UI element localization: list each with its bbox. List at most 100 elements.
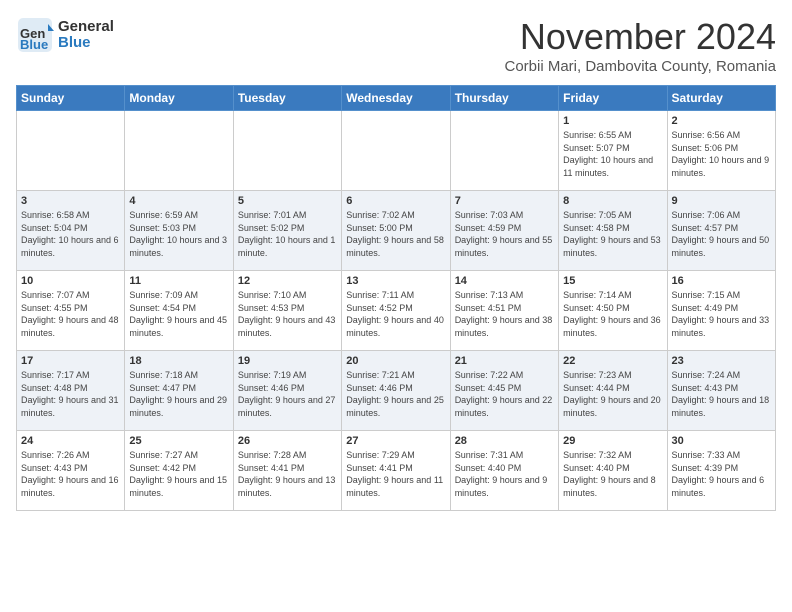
calendar-week-4: 17Sunrise: 7:17 AM Sunset: 4:48 PM Dayli…	[17, 351, 776, 431]
calendar-header-thursday: Thursday	[450, 86, 558, 111]
day-number: 13	[346, 275, 445, 287]
calendar-week-5: 24Sunrise: 7:26 AM Sunset: 4:43 PM Dayli…	[17, 431, 776, 511]
day-info: Sunrise: 7:27 AM Sunset: 4:42 PM Dayligh…	[129, 449, 228, 499]
calendar-cell-4-7: 23 Sunrise: 7:24 AM Sunset: 4:43 PM Dayli…	[667, 351, 775, 431]
calendar-cell-2-2: 4Sunrise: 6:59 AM Sunset: 5:03 PM Daylig…	[125, 191, 233, 271]
calendar-cell-5-4: 27 Sunrise: 7:29 AM Sunset: 4:41 PM Dayli…	[342, 431, 450, 511]
calendar-header-tuesday: Tuesday	[233, 86, 341, 111]
day-info: Sunrise: 7:09 AM Sunset: 4:54 PM Dayligh…	[129, 289, 228, 339]
calendar-cell-4-2: 18 Sunrise: 7:18 AM Sunset: 4:47 PM Dayli…	[125, 351, 233, 431]
day-info: Sunrise: 6:55 AM Sunset: 5:07 PM Dayligh…	[563, 129, 662, 179]
day-info: Sunrise: 7:14 AM Sunset: 4:50 PM Dayligh…	[563, 289, 662, 339]
calendar-cell-3-7: 16Sunrise: 7:15 AM Sunset: 4:49 PM Dayli…	[667, 271, 775, 351]
day-info: Sunrise: 7:29 AM Sunset: 4:41 PM Dayligh…	[346, 449, 445, 499]
calendar-week-2: 3 Sunrise: 6:58 AM Sunset: 5:04 PM Daylig…	[17, 191, 776, 271]
calendar-cell-4-5: 21 Sunrise: 7:22 AM Sunset: 4:45 PM Dayli…	[450, 351, 558, 431]
day-number: 14	[455, 275, 554, 287]
calendar-cell-5-1: 24Sunrise: 7:26 AM Sunset: 4:43 PM Dayli…	[17, 431, 125, 511]
day-info: Sunrise: 7:18 AM Sunset: 4:47 PM Dayligh…	[129, 369, 228, 419]
day-info: Sunrise: 7:03 AM Sunset: 4:59 PM Dayligh…	[455, 209, 554, 259]
calendar-cell-1-7: 2 Sunrise: 6:56 AM Sunset: 5:06 PM Daylig…	[667, 111, 775, 191]
calendar-cell-3-6: 15 Sunrise: 7:14 AM Sunset: 4:50 PM Dayli…	[559, 271, 667, 351]
calendar-cell-4-4: 20 Sunrise: 7:21 AM Sunset: 4:46 PM Dayli…	[342, 351, 450, 431]
day-number: 20	[346, 355, 445, 367]
title-section: November 2024 Corbii Mari, Dambovita Cou…	[505, 16, 777, 75]
calendar-cell-2-6: 8 Sunrise: 7:05 AM Sunset: 4:58 PM Daylig…	[559, 191, 667, 271]
day-info: Sunrise: 7:22 AM Sunset: 4:45 PM Dayligh…	[455, 369, 554, 419]
day-number: 6	[346, 195, 445, 207]
calendar-week-1: 1Sunrise: 6:55 AM Sunset: 5:07 PM Daylig…	[17, 111, 776, 191]
day-number: 28	[455, 435, 554, 447]
day-number: 27	[346, 435, 445, 447]
day-number: 19	[238, 355, 337, 367]
calendar-cell-1-6: 1Sunrise: 6:55 AM Sunset: 5:07 PM Daylig…	[559, 111, 667, 191]
day-number: 7	[455, 195, 554, 207]
day-number: 11	[129, 275, 228, 287]
day-number: 3	[21, 195, 120, 207]
day-number: 25	[129, 435, 228, 447]
logo: Gen Blue General Blue	[16, 16, 114, 54]
day-info: Sunrise: 7:21 AM Sunset: 4:46 PM Dayligh…	[346, 369, 445, 419]
day-info: Sunrise: 7:23 AM Sunset: 4:44 PM Dayligh…	[563, 369, 662, 419]
day-number: 10	[21, 275, 120, 287]
calendar-cell-5-7: 30Sunrise: 7:33 AM Sunset: 4:39 PM Dayli…	[667, 431, 775, 511]
day-info: Sunrise: 7:33 AM Sunset: 4:39 PM Dayligh…	[672, 449, 771, 499]
calendar-cell-1-3	[233, 111, 341, 191]
calendar-week-3: 10Sunrise: 7:07 AM Sunset: 4:55 PM Dayli…	[17, 271, 776, 351]
day-number: 15	[563, 275, 662, 287]
calendar-cell-1-5	[450, 111, 558, 191]
calendar-cell-4-3: 19Sunrise: 7:19 AM Sunset: 4:46 PM Dayli…	[233, 351, 341, 431]
day-info: Sunrise: 7:05 AM Sunset: 4:58 PM Dayligh…	[563, 209, 662, 259]
day-info: Sunrise: 7:26 AM Sunset: 4:43 PM Dayligh…	[21, 449, 120, 499]
day-info: Sunrise: 7:15 AM Sunset: 4:49 PM Dayligh…	[672, 289, 771, 339]
svg-text:Blue: Blue	[20, 37, 48, 52]
day-info: Sunrise: 7:11 AM Sunset: 4:52 PM Dayligh…	[346, 289, 445, 339]
day-number: 21	[455, 355, 554, 367]
calendar-cell-4-6: 22Sunrise: 7:23 AM Sunset: 4:44 PM Dayli…	[559, 351, 667, 431]
day-info: Sunrise: 6:59 AM Sunset: 5:03 PM Dayligh…	[129, 209, 228, 259]
calendar-header-sunday: Sunday	[17, 86, 125, 111]
day-info: Sunrise: 7:13 AM Sunset: 4:51 PM Dayligh…	[455, 289, 554, 339]
calendar-cell-3-2: 11 Sunrise: 7:09 AM Sunset: 4:54 PM Dayli…	[125, 271, 233, 351]
day-info: Sunrise: 7:32 AM Sunset: 4:40 PM Dayligh…	[563, 449, 662, 499]
logo-blue-text: Blue	[58, 35, 114, 52]
day-number: 2	[672, 115, 771, 127]
logo-text: General Blue	[58, 19, 114, 52]
calendar-cell-2-3: 5Sunrise: 7:01 AM Sunset: 5:02 PM Daylig…	[233, 191, 341, 271]
calendar-cell-3-4: 13 Sunrise: 7:11 AM Sunset: 4:52 PM Dayli…	[342, 271, 450, 351]
calendar-cell-1-2	[125, 111, 233, 191]
calendar-cell-3-1: 10Sunrise: 7:07 AM Sunset: 4:55 PM Dayli…	[17, 271, 125, 351]
calendar-cell-2-1: 3 Sunrise: 6:58 AM Sunset: 5:04 PM Daylig…	[17, 191, 125, 271]
day-number: 8	[563, 195, 662, 207]
calendar-cell-4-1: 17Sunrise: 7:17 AM Sunset: 4:48 PM Dayli…	[17, 351, 125, 431]
day-info: Sunrise: 7:06 AM Sunset: 4:57 PM Dayligh…	[672, 209, 771, 259]
day-info: Sunrise: 7:02 AM Sunset: 5:00 PM Dayligh…	[346, 209, 445, 259]
day-info: Sunrise: 7:10 AM Sunset: 4:53 PM Dayligh…	[238, 289, 337, 339]
calendar-header-friday: Friday	[559, 86, 667, 111]
day-info: Sunrise: 7:31 AM Sunset: 4:40 PM Dayligh…	[455, 449, 554, 499]
calendar-header-saturday: Saturday	[667, 86, 775, 111]
calendar-cell-3-5: 14 Sunrise: 7:13 AM Sunset: 4:51 PM Dayli…	[450, 271, 558, 351]
page-header: Gen Blue General Blue November 2024 Corb…	[16, 16, 776, 75]
calendar-cell-2-5: 7 Sunrise: 7:03 AM Sunset: 4:59 PM Daylig…	[450, 191, 558, 271]
calendar-header-row: SundayMondayTuesdayWednesdayThursdayFrid…	[17, 86, 776, 111]
calendar-header-wednesday: Wednesday	[342, 86, 450, 111]
calendar-cell-1-1	[17, 111, 125, 191]
calendar-cell-2-7: 9 Sunrise: 7:06 AM Sunset: 4:57 PM Daylig…	[667, 191, 775, 271]
calendar-cell-2-4: 6 Sunrise: 7:02 AM Sunset: 5:00 PM Daylig…	[342, 191, 450, 271]
calendar-table: SundayMondayTuesdayWednesdayThursdayFrid…	[16, 85, 776, 511]
day-number: 5	[238, 195, 337, 207]
day-number: 12	[238, 275, 337, 287]
month-title: November 2024	[505, 16, 777, 58]
day-number: 26	[238, 435, 337, 447]
day-info: Sunrise: 6:56 AM Sunset: 5:06 PM Dayligh…	[672, 129, 771, 179]
day-info: Sunrise: 6:58 AM Sunset: 5:04 PM Dayligh…	[21, 209, 120, 259]
day-number: 23	[672, 355, 771, 367]
day-number: 9	[672, 195, 771, 207]
location-subtitle: Corbii Mari, Dambovita County, Romania	[505, 58, 777, 75]
logo-general: General	[58, 19, 114, 36]
day-number: 18	[129, 355, 228, 367]
calendar-cell-5-3: 26 Sunrise: 7:28 AM Sunset: 4:41 PM Dayli…	[233, 431, 341, 511]
day-info: Sunrise: 7:24 AM Sunset: 4:43 PM Dayligh…	[672, 369, 771, 419]
day-info: Sunrise: 7:28 AM Sunset: 4:41 PM Dayligh…	[238, 449, 337, 499]
